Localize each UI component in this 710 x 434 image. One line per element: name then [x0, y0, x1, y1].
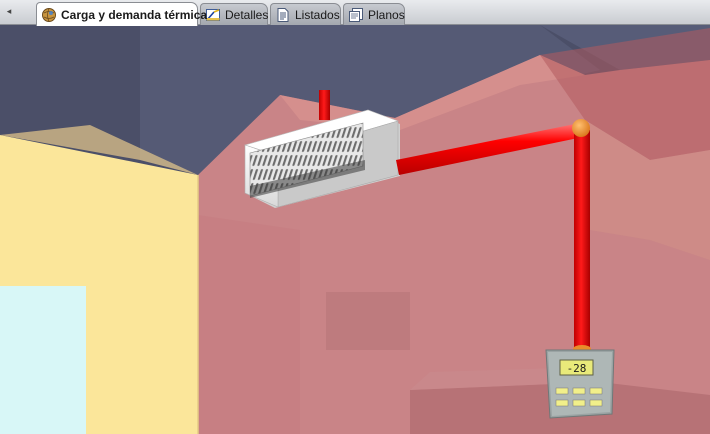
scroll-left-icon[interactable]: ◂	[3, 6, 15, 18]
tab-planos[interactable]: Planos	[343, 3, 405, 25]
thermostat-button[interactable]	[555, 387, 569, 395]
tab-carga-demanda-termica[interactable]: Carga y demanda térmica	[36, 2, 207, 26]
thermostat-button[interactable]	[555, 399, 569, 407]
ruler-detail-icon	[205, 7, 221, 23]
document-icon	[275, 7, 291, 23]
thermostat-button[interactable]	[589, 399, 603, 407]
thermostat-display: -28	[567, 362, 587, 375]
tab-label: Carga y demanda térmica	[61, 7, 208, 22]
tab-detalles[interactable]: Detalles	[200, 3, 268, 25]
refrigerant-pipe-vertical	[574, 130, 590, 352]
tab-label: Planos	[368, 7, 405, 22]
pipe-elbow-joint	[572, 119, 590, 137]
window	[0, 286, 86, 434]
application-window: ◂ Carga y demanda térmica Detalles Lista…	[0, 0, 710, 434]
thermostat[interactable]: -28	[545, 349, 615, 419]
refrigerant-pipe-riser	[319, 90, 330, 120]
thermostat-button[interactable]	[572, 387, 586, 395]
tab-label: Detalles	[225, 7, 269, 22]
plan-sheet-icon	[348, 7, 364, 23]
tab-listados[interactable]: Listados	[270, 3, 341, 25]
3d-model-viewport[interactable]: -28	[0, 25, 710, 434]
thermostat-button[interactable]	[589, 387, 603, 395]
tab-label: Listados	[295, 7, 340, 22]
thermostat-button[interactable]	[572, 399, 586, 407]
globe-icon	[41, 7, 57, 23]
tab-bar: ◂ Carga y demanda térmica Detalles Lista…	[0, 0, 710, 26]
